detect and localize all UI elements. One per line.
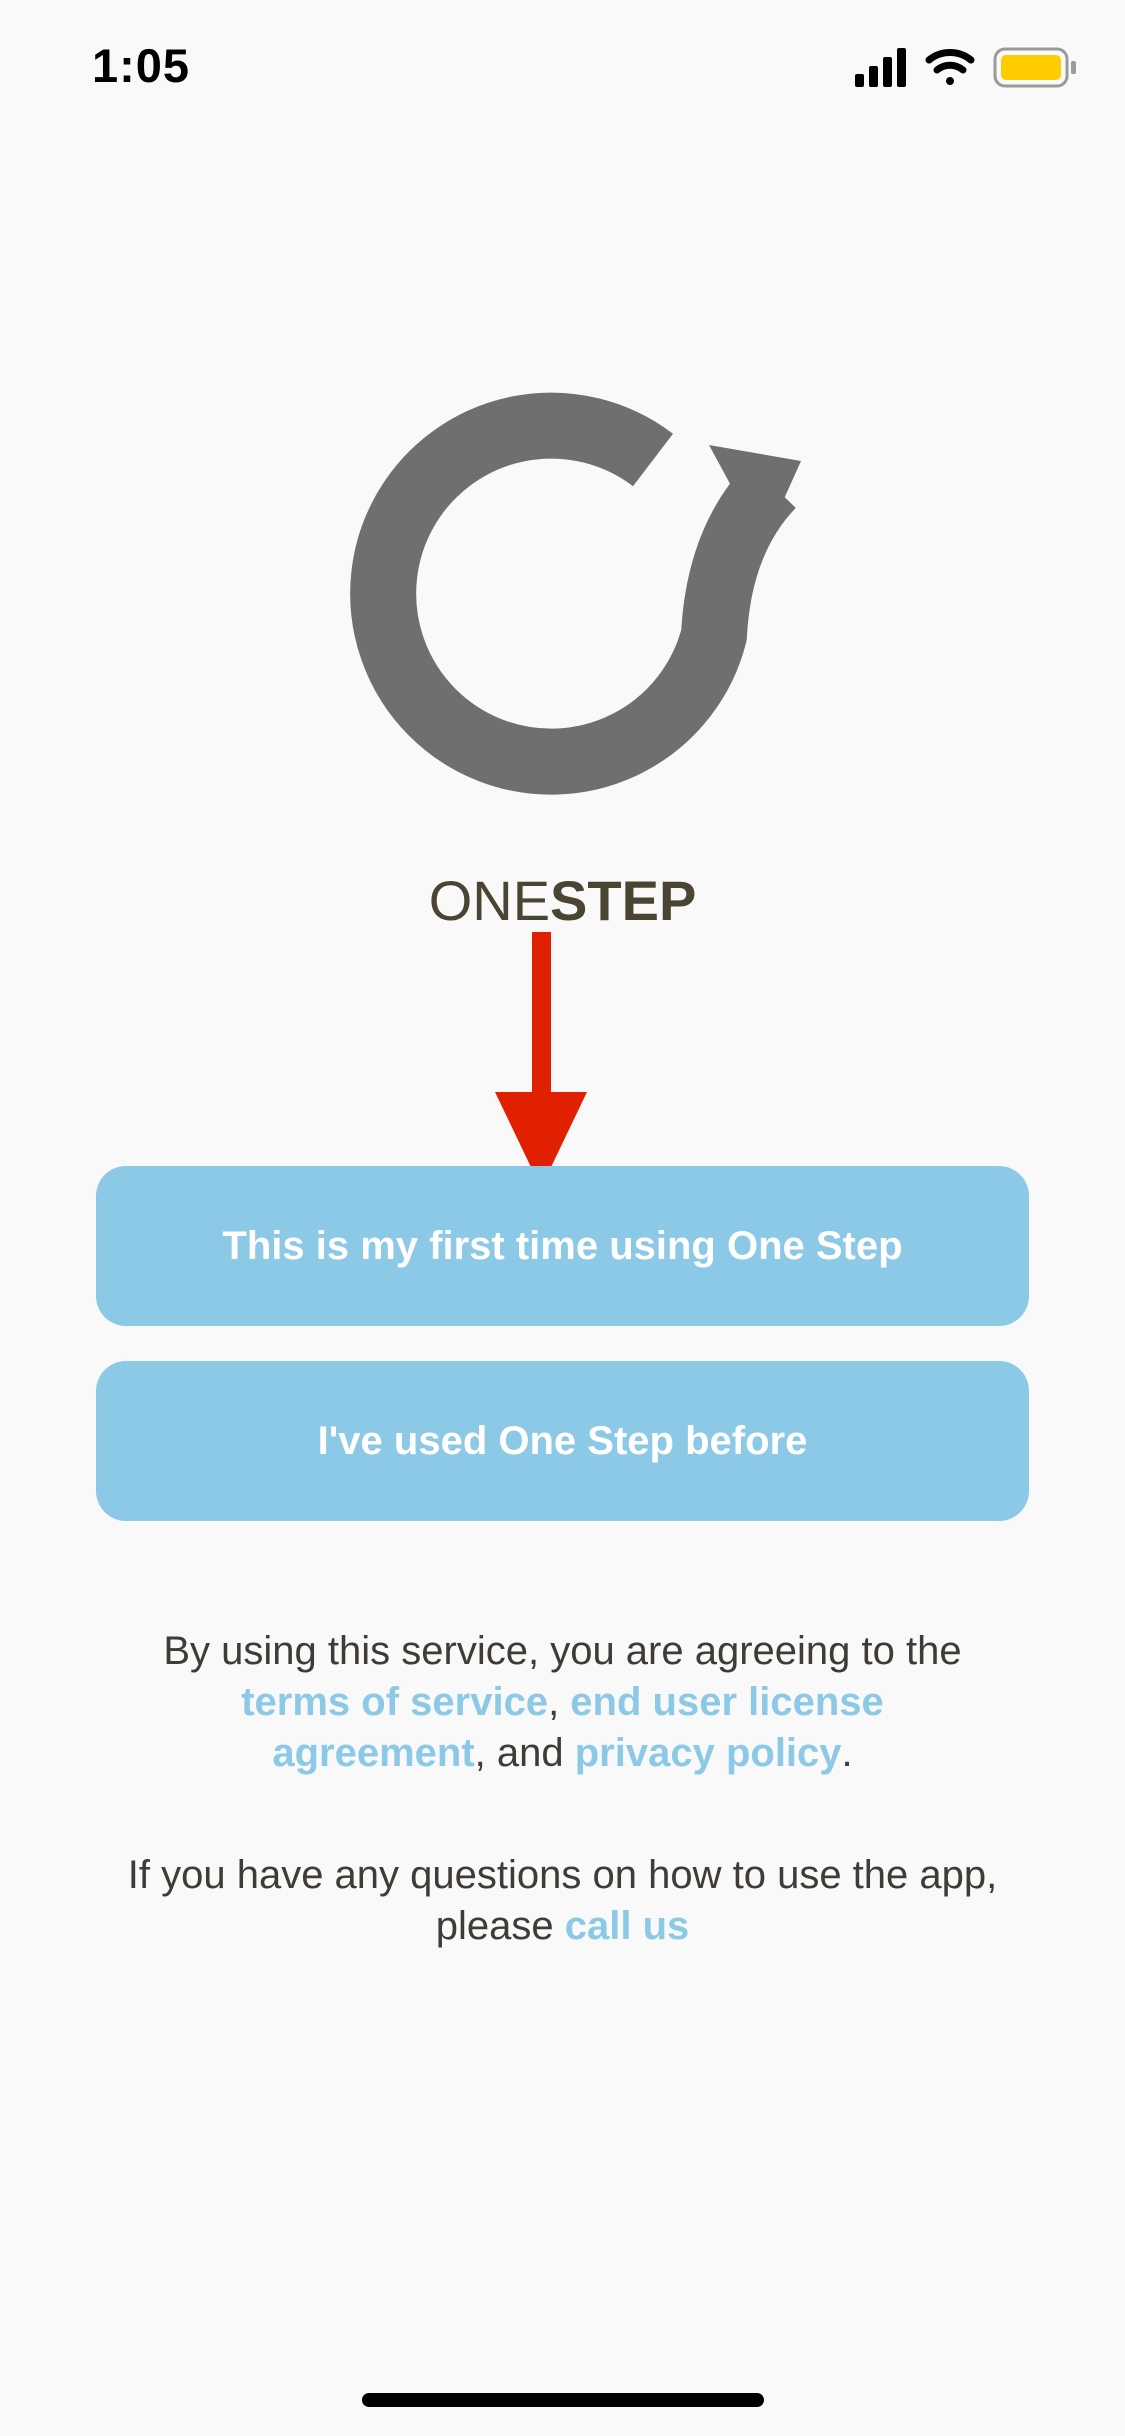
status-bar: 1:05 <box>0 0 1125 140</box>
legal-separator-2: , and <box>474 1731 575 1775</box>
call-us-link[interactable]: call us <box>565 1904 690 1948</box>
battery-icon <box>993 47 1076 88</box>
wordmark-one: ONE <box>428 869 551 932</box>
home-indicator[interactable] <box>362 2393 764 2407</box>
returning-user-button[interactable]: I've used One Step before <box>96 1361 1029 1521</box>
status-icons <box>855 47 1076 88</box>
legal-text-intro: By using this service, you are agreeing … <box>163 1629 962 1673</box>
help-text-body: If you have any questions on how to use … <box>127 1853 998 1948</box>
legal-end: . <box>841 1731 853 1775</box>
first-time-button-label: This is my first time using One Step <box>222 1223 903 1268</box>
returning-user-button-label: I've used One Step before <box>317 1418 808 1463</box>
wifi-icon <box>925 48 975 85</box>
first-time-button[interactable]: This is my first time using One Step <box>96 1166 1029 1326</box>
legal-separator-1: , <box>548 1680 571 1724</box>
legal-agreement-text: By using this service, you are agreeing … <box>130 1626 995 1779</box>
wordmark-step: STEP <box>550 869 697 932</box>
onestep-wordmark: ONESTEP <box>0 868 1125 933</box>
privacy-policy-link[interactable]: privacy policy <box>575 1731 842 1775</box>
terms-of-service-link[interactable]: terms of service <box>241 1680 548 1724</box>
red-down-arrow-icon <box>495 932 587 1188</box>
cellular-signal-icon <box>855 48 906 87</box>
circular-arrow-logo <box>350 392 801 795</box>
status-time: 1:05 <box>92 39 191 92</box>
logo-ring <box>350 392 797 795</box>
help-text: If you have any questions on how to use … <box>110 1850 1015 1952</box>
